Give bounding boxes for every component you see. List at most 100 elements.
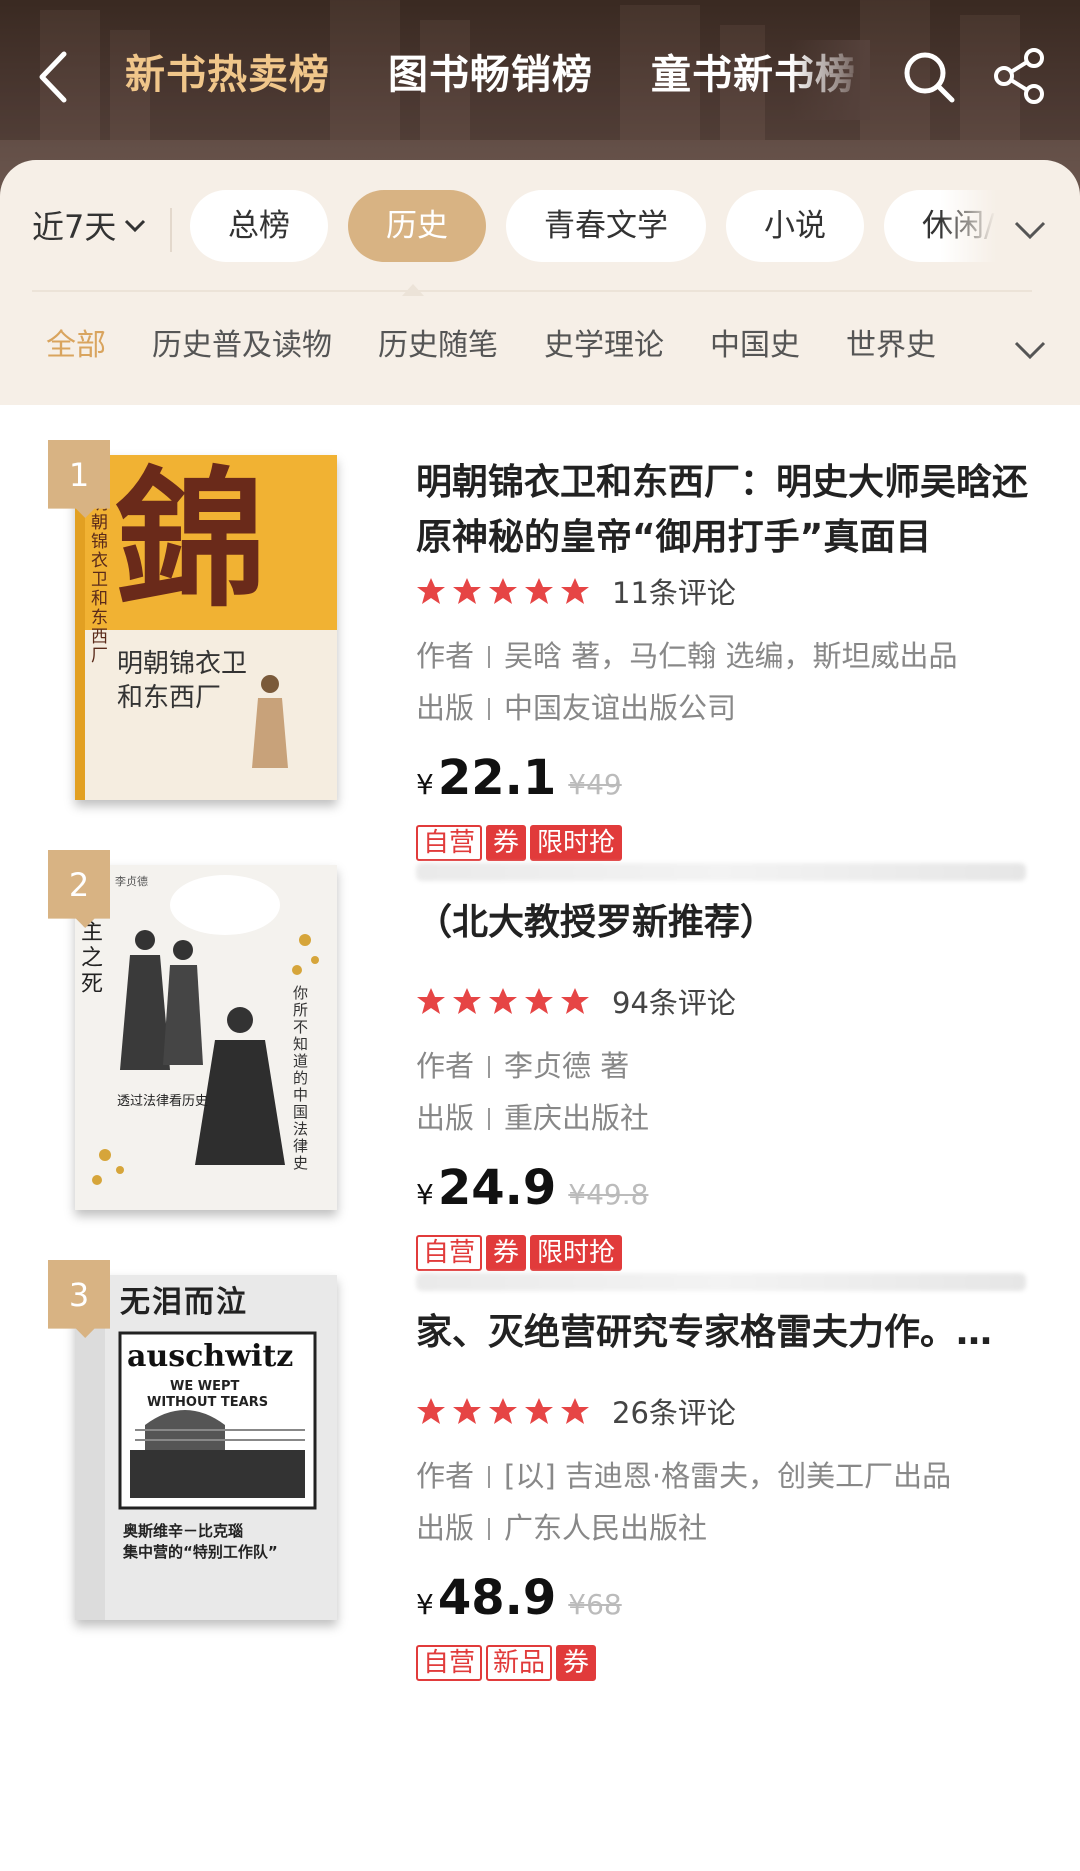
subcategory-history-essays[interactable]: 历史随笔: [378, 320, 498, 364]
original-price: ¥49.8: [568, 1178, 649, 1211]
price-block: ¥ 22.1 ¥49: [416, 750, 622, 806]
book-cover[interactable]: 李贞德 主之死 你所不知道的中国法律史 透过法律看历史: [75, 865, 337, 1210]
separator: [488, 1108, 491, 1130]
star-icon: [489, 1398, 517, 1424]
book-cover[interactable]: 无泪而泣 auschwitz WE WEPT WITHOUT TEARS 奥斯维…: [75, 1275, 337, 1620]
cover-author: 李贞德: [115, 875, 148, 888]
currency-symbol: ¥: [416, 768, 434, 801]
cover-en-line2: WITHOUT TEARS: [147, 1395, 269, 1410]
review-count[interactable]: 26条评论: [612, 1390, 736, 1432]
cover-brand: auschwitz: [127, 1339, 294, 1374]
publisher-label: 出版: [416, 1101, 475, 1135]
back-icon[interactable]: [30, 42, 80, 112]
rank-badge: 3: [48, 1260, 110, 1338]
subcategory-popular-history[interactable]: 历史普及读物: [152, 320, 332, 364]
original-price: ¥49: [568, 768, 622, 801]
book-item[interactable]: 2 李贞德 主之死 你所不知道的中国法律史 透过法律看历史 （北大教授罗新推荐）: [0, 815, 1080, 1295]
star-icon: [453, 1398, 481, 1424]
period-selector[interactable]: 近7天: [32, 202, 148, 248]
publisher-value: 重庆出版社: [504, 1101, 650, 1135]
star-icon: [561, 578, 589, 604]
cover-top-title: 无泪而泣: [120, 1285, 248, 1320]
star-icon: [417, 988, 445, 1014]
subcategory-world-history[interactable]: 世界史: [846, 320, 936, 364]
publisher-label: 出版: [416, 691, 475, 725]
subcategory-chinese-history[interactable]: 中国史: [710, 320, 800, 364]
book-title[interactable]: （北大教授罗新推荐）: [416, 895, 1036, 950]
author-label: 作者: [416, 639, 475, 673]
divider: [170, 208, 172, 252]
author-line: 作者 吴晗 著，马仁翰 选编，斯坦威出品: [416, 633, 957, 675]
star-rating: [416, 576, 590, 606]
price-block: ¥ 48.9 ¥68: [416, 1570, 622, 1626]
tab-new-book-hot[interactable]: 新书热卖榜: [125, 40, 330, 120]
separator: [488, 698, 491, 720]
publisher-value: 中国友谊出版公司: [504, 691, 737, 725]
book-item[interactable]: 3 无泪而泣 auschwitz WE WEPT WITHOUT TEARS 奥…: [0, 1225, 1080, 1705]
star-rating: [416, 1396, 590, 1426]
ranking-tabs: 新书热卖榜 图书畅销榜 童书新书榜: [125, 40, 870, 120]
cover-cn-line2: 集中营的“特别工作队”: [123, 1543, 278, 1561]
chip-all[interactable]: 总榜: [190, 190, 328, 262]
book-title[interactable]: 明朝锦衣卫和东西厂：明史大师吴晗还原神秘的皇帝“御用打手”真面目: [416, 455, 1036, 565]
cover-spine-text: 明朝锦衣卫和东西厂: [91, 495, 108, 666]
tab-bestseller[interactable]: 图书畅销榜: [388, 40, 593, 120]
author-value: [以] 吉迪恩·格雷夫，创美工厂出品: [504, 1459, 952, 1493]
rank-badge: 1: [48, 440, 110, 518]
expand-categories-icon[interactable]: [1010, 210, 1050, 250]
publisher-label: 出版: [416, 1511, 475, 1545]
share-icon[interactable]: [990, 46, 1050, 106]
chip-novel[interactable]: 小说: [726, 190, 864, 262]
currency-symbol: ¥: [416, 1588, 434, 1621]
author-line: 作者 李贞德 著: [416, 1043, 629, 1085]
star-icon: [525, 1398, 553, 1424]
separator: [488, 1056, 491, 1078]
star-rating: [416, 986, 590, 1016]
star-icon: [561, 988, 589, 1014]
star-icon: [417, 578, 445, 604]
currency-symbol: ¥: [416, 1178, 434, 1211]
subcategory-historiography[interactable]: 史学理论: [544, 320, 664, 364]
cover-spine-text: 主之死: [81, 920, 104, 997]
star-icon: [525, 988, 553, 1014]
rank-badge: 2: [48, 850, 110, 928]
star-icon: [561, 1398, 589, 1424]
star-icon: [525, 578, 553, 604]
publisher-line: 出版 广东人民出版社: [416, 1505, 707, 1547]
chip-history[interactable]: 历史: [348, 190, 486, 262]
author-line: 作者 [以] 吉迪恩·格雷夫，创美工厂出品: [416, 1453, 951, 1495]
expand-subcategories-icon[interactable]: [1010, 330, 1050, 370]
author-label: 作者: [416, 1459, 475, 1493]
book-cover[interactable]: 錦 明朝锦衣卫 和东西厂 明朝锦衣卫和东西厂: [75, 455, 337, 800]
current-price: 22.1: [437, 750, 557, 806]
blurred-title-line: [416, 1273, 1026, 1291]
tag-new-arrival: 新品: [486, 1645, 553, 1681]
book-item[interactable]: 1 錦 明朝锦衣卫 和东西厂 明朝锦衣卫和东西厂 明朝锦衣卫和东西厂：明史大师吴…: [0, 405, 1080, 885]
cover-cn-line1: 奥斯维辛－比克瑙: [123, 1522, 244, 1540]
separator: [488, 1466, 491, 1488]
tag-coupon: 券: [556, 1645, 597, 1681]
separator: [488, 646, 491, 668]
filter-panel: 近7天 总榜 历史 青春文学 小说 休闲/ 全部 历史普及读物 历史随笔 史学理…: [0, 160, 1080, 405]
original-price: ¥68: [568, 1588, 622, 1621]
publisher-value: 广东人民出版社: [504, 1511, 708, 1545]
cover-title-line2: 和东西厂: [117, 683, 222, 713]
promo-tags: 自营 新品 券: [416, 1645, 597, 1681]
price-block: ¥ 24.9 ¥49.8: [416, 1160, 648, 1216]
chip-youth-literature[interactable]: 青春文学: [506, 190, 706, 262]
star-icon: [453, 988, 481, 1014]
chevron-down-icon: [125, 219, 146, 233]
book-title[interactable]: 家、灭绝营研究专家格雷夫力作。…: [416, 1305, 1036, 1360]
author-label: 作者: [416, 1049, 475, 1083]
book-rating: 94条评论: [416, 980, 736, 1022]
review-count[interactable]: 11条评论: [612, 570, 736, 612]
tag-self-operated: 自营: [416, 1645, 483, 1681]
search-icon[interactable]: [900, 48, 960, 108]
subcategory-row: 全部 历史普及读物 历史随笔 史学理论 中国史 世界史: [46, 320, 936, 364]
book-rating: 11条评论: [416, 570, 736, 612]
current-price: 24.9: [437, 1160, 557, 1216]
category-fade: [940, 190, 1010, 270]
review-count[interactable]: 94条评论: [612, 980, 736, 1022]
star-icon: [417, 1398, 445, 1424]
subcategory-all[interactable]: 全部: [46, 320, 106, 364]
